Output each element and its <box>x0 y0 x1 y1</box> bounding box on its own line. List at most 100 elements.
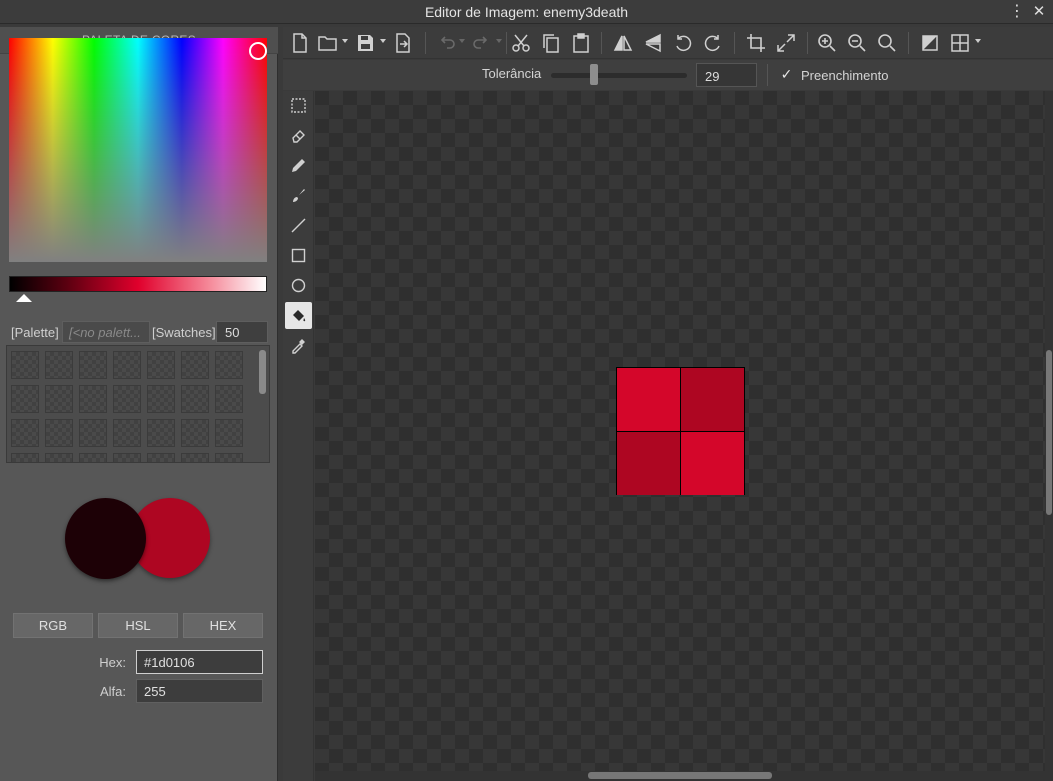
swatch-slot[interactable] <box>79 385 107 413</box>
hsl-mode-button[interactable]: HSL <box>98 613 178 638</box>
swatch-slot[interactable] <box>113 385 141 413</box>
undo-dropdown-caret[interactable] <box>459 39 465 43</box>
palette-label: [Palette] <box>11 325 59 340</box>
flip-horizontal-icon[interactable] <box>611 31 635 55</box>
ellipse-icon[interactable] <box>285 272 312 299</box>
open-folder-icon[interactable] <box>316 31 340 55</box>
alpha-input[interactable]: 255 <box>136 679 263 703</box>
swatch-slot[interactable] <box>45 419 73 447</box>
tolerance-label: Tolerância <box>482 66 542 81</box>
main-toolbar <box>283 27 1053 59</box>
grid-icon[interactable] <box>948 31 972 55</box>
select-rect-icon[interactable] <box>285 92 312 119</box>
save-icon[interactable] <box>353 31 377 55</box>
cut-icon[interactable] <box>509 31 533 55</box>
eraser-icon[interactable] <box>285 122 312 149</box>
rectangle-icon[interactable] <box>285 242 312 269</box>
swatch-slot[interactable] <box>215 453 243 462</box>
zoom-in-icon[interactable] <box>815 31 839 55</box>
redo-icon[interactable] <box>470 31 494 55</box>
more-options-icon[interactable]: ⋮ <box>1009 2 1025 22</box>
swatch-slot[interactable] <box>215 385 243 413</box>
swatch-slot[interactable] <box>113 419 141 447</box>
export-icon[interactable] <box>391 31 415 55</box>
swatch-slot[interactable] <box>45 453 73 462</box>
sprite-pixel[interactable] <box>617 368 680 431</box>
sprite-pixel[interactable] <box>681 368 744 431</box>
swatch-slot[interactable] <box>147 419 175 447</box>
paste-icon[interactable] <box>569 31 593 55</box>
sprite-image[interactable] <box>616 367 745 495</box>
swatches-count-input[interactable]: 50 <box>216 321 268 343</box>
tolerance-slider-thumb[interactable] <box>590 64 599 85</box>
palette-select[interactable]: [<no palett... <box>62 321 150 343</box>
resize-icon[interactable] <box>774 31 798 55</box>
background-toggle-icon[interactable] <box>918 31 942 55</box>
hex-label: Hex: <box>99 655 126 670</box>
swatch-slot[interactable] <box>45 385 73 413</box>
fill-checkbox[interactable]: ✓ <box>779 67 794 82</box>
color-spectrum-picker[interactable] <box>9 38 267 262</box>
swatch-scrollbar[interactable] <box>259 350 266 394</box>
toolbar-divider <box>601 32 602 54</box>
swatch-slot[interactable] <box>11 419 39 447</box>
rgb-mode-button[interactable]: RGB <box>13 613 93 638</box>
undo-icon[interactable] <box>434 31 458 55</box>
copy-icon[interactable] <box>539 31 563 55</box>
new-file-icon[interactable] <box>288 31 312 55</box>
swatch-slot[interactable] <box>181 453 209 462</box>
toolbar-divider <box>807 32 808 54</box>
swatch-slot[interactable] <box>113 453 141 462</box>
horizontal-scrollbar-thumb[interactable] <box>588 772 772 779</box>
swatch-slot[interactable] <box>215 351 243 379</box>
swatch-slot[interactable] <box>79 453 107 462</box>
zoom-out-icon[interactable] <box>845 31 869 55</box>
swatch-slot[interactable] <box>181 385 209 413</box>
swatch-slot[interactable] <box>181 351 209 379</box>
zoom-reset-icon[interactable] <box>875 31 899 55</box>
grid-dropdown-caret[interactable] <box>975 39 981 43</box>
brightness-slider-marker[interactable] <box>16 294 32 302</box>
crop-icon[interactable] <box>744 31 768 55</box>
toolbar-divider <box>506 32 507 54</box>
options-divider <box>767 64 768 86</box>
swatch-slot[interactable] <box>113 351 141 379</box>
hex-input[interactable]: #1d0106 <box>136 650 263 674</box>
swatch-slot[interactable] <box>79 419 107 447</box>
pencil-icon[interactable] <box>285 152 312 179</box>
tolerance-slider-track[interactable] <box>551 73 687 78</box>
tolerance-input[interactable]: 29 <box>696 63 757 87</box>
tools-sidebar <box>283 91 314 781</box>
swatch-slot[interactable] <box>11 453 39 462</box>
rotate-right-icon[interactable] <box>701 31 725 55</box>
spectrum-cursor[interactable] <box>249 42 267 60</box>
swatch-slot[interactable] <box>181 419 209 447</box>
swatch-slot[interactable] <box>215 419 243 447</box>
rotate-left-icon[interactable] <box>671 31 695 55</box>
window-title: Editor de Imagem: enemy3death <box>424 4 629 20</box>
toolbar-divider <box>734 32 735 54</box>
title-bar: Editor de Imagem: enemy3death ⋮ ✕ <box>0 0 1053 24</box>
swatch-slot[interactable] <box>147 385 175 413</box>
swatch-slot[interactable] <box>147 351 175 379</box>
fill-bucket-icon[interactable] <box>285 302 312 329</box>
open-dropdown-caret[interactable] <box>342 39 348 43</box>
save-dropdown-caret[interactable] <box>380 39 386 43</box>
swatch-slot[interactable] <box>147 453 175 462</box>
vertical-scrollbar-thumb[interactable] <box>1046 350 1052 515</box>
swatch-slot[interactable] <box>79 351 107 379</box>
swatch-slot[interactable] <box>11 351 39 379</box>
brush-icon[interactable] <box>285 182 312 209</box>
sprite-pixel[interactable] <box>681 432 744 495</box>
sprite-pixel[interactable] <box>617 432 680 495</box>
brightness-slider[interactable] <box>9 276 267 292</box>
redo-dropdown-caret[interactable] <box>496 39 502 43</box>
foreground-color-swatch[interactable] <box>65 498 146 579</box>
eyedropper-icon[interactable] <box>285 332 312 359</box>
close-icon[interactable]: ✕ <box>1029 2 1049 22</box>
swatch-slot[interactable] <box>11 385 39 413</box>
swatch-slot[interactable] <box>45 351 73 379</box>
hex-mode-button[interactable]: HEX <box>183 613 263 638</box>
line-icon[interactable] <box>285 212 312 239</box>
flip-vertical-icon[interactable] <box>641 31 665 55</box>
